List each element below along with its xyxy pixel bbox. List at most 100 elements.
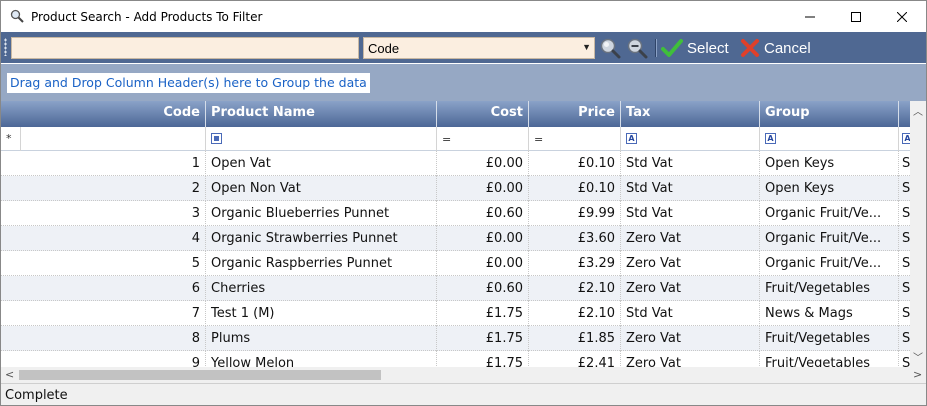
cell-price[interactable]: £0.10 <box>529 176 621 201</box>
cell-product-name[interactable]: Organic Raspberries Punnet <box>206 251 437 276</box>
horizontal-scroll-thumb[interactable] <box>19 370 381 380</box>
cell-tax[interactable]: Zero Vat <box>621 251 760 276</box>
filter-equals-icon[interactable]: = <box>534 133 543 146</box>
cell-code[interactable]: 7 <box>1 301 206 326</box>
cell-product-name[interactable]: Yellow Melon <box>206 351 437 367</box>
cell-product-name[interactable]: Plums <box>206 326 437 351</box>
cell-cost[interactable]: £1.75 <box>437 351 529 367</box>
cell-group[interactable]: Organic Fruit/Ve... <box>760 201 899 226</box>
cell-cost[interactable]: £0.00 <box>437 176 529 201</box>
filter-cell-partial[interactable]: A <box>899 127 910 151</box>
cell-partial[interactable]: S <box>899 151 910 176</box>
cell-tax[interactable]: Std Vat <box>621 201 760 226</box>
search-icon[interactable] <box>599 37 621 59</box>
scroll-right-icon[interactable]: > <box>913 368 922 381</box>
cell-product-name[interactable]: Open Non Vat <box>206 176 437 201</box>
cell-product-name[interactable]: Cherries <box>206 276 437 301</box>
cell-price[interactable]: £3.29 <box>529 251 621 276</box>
cell-cost[interactable]: £0.60 <box>437 276 529 301</box>
cell-price[interactable]: £0.10 <box>529 151 621 176</box>
cell-partial[interactable]: S <box>899 251 910 276</box>
cell-code[interactable]: 5 <box>1 251 206 276</box>
cell-price[interactable]: £2.41 <box>529 351 621 367</box>
cancel-button[interactable]: Cancel <box>740 37 811 59</box>
vertical-scrollbar[interactable]: ︿ ﹀ <box>910 101 926 367</box>
cell-cost[interactable]: £0.00 <box>437 251 529 276</box>
cell-code[interactable]: 1 <box>1 151 206 176</box>
cell-product-name[interactable]: Organic Blueberries Punnet <box>206 201 437 226</box>
table-row[interactable]: 6 Cherries £0.60 £2.10 Zero Vat Fruit/Vegetab… <box>1 276 910 301</box>
cell-cost[interactable]: £0.60 <box>437 201 529 226</box>
table-row[interactable]: 2 Open Non Vat £0.00 £0.10 Std Vat Open Keys S <box>1 176 910 201</box>
filter-cell-price[interactable]: = <box>529 127 621 151</box>
filter-cell-product-name[interactable] <box>206 127 437 151</box>
cell-cost[interactable]: £1.75 <box>437 301 529 326</box>
cell-code[interactable]: 3 <box>1 201 206 226</box>
cell-price[interactable]: £9.99 <box>529 201 621 226</box>
cell-group[interactable]: Organic Fruit/Ve... <box>760 251 899 276</box>
cell-tax[interactable]: Zero Vat <box>621 326 760 351</box>
scroll-left-icon[interactable]: < <box>5 368 14 381</box>
toolbar-grip[interactable] <box>4 38 7 56</box>
filter-cell-cost[interactable]: = <box>437 127 529 151</box>
close-button[interactable] <box>879 1 925 32</box>
table-row[interactable]: 7 Test 1 (M) £1.75 £2.10 Std Vat News & Mags S <box>1 301 910 326</box>
maximize-button[interactable] <box>833 1 879 32</box>
cell-group[interactable]: Fruit/Vegetables <box>760 351 899 367</box>
column-header-product-name[interactable]: Product Name <box>206 101 437 127</box>
column-header-price[interactable]: Price <box>529 101 621 127</box>
cell-group[interactable]: Organic Fruit/Ve... <box>760 226 899 251</box>
cell-cost[interactable]: £0.00 <box>437 226 529 251</box>
scroll-down-icon[interactable]: ﹀ <box>913 349 923 364</box>
column-header-code[interactable]: Code <box>1 101 206 127</box>
table-row[interactable]: 1 Open Vat £0.00 £0.10 Std Vat Open Keys S <box>1 151 910 176</box>
cell-group[interactable]: Open Keys <box>760 176 899 201</box>
column-header-group[interactable]: Group <box>760 101 899 127</box>
cell-cost[interactable]: £1.75 <box>437 326 529 351</box>
select-button[interactable]: Select <box>661 37 729 59</box>
filter-text-icon[interactable]: A <box>902 133 910 144</box>
cell-tax[interactable]: Std Vat <box>621 301 760 326</box>
cell-group[interactable]: Open Keys <box>760 151 899 176</box>
filter-text-icon[interactable]: A <box>626 133 637 144</box>
column-header-partial[interactable] <box>899 101 910 127</box>
cell-partial[interactable]: S <box>899 301 910 326</box>
cell-group[interactable]: Fruit/Vegetables <box>760 276 899 301</box>
cell-partial[interactable]: S <box>899 176 910 201</box>
search-input[interactable] <box>11 37 359 59</box>
scroll-up-icon[interactable]: ︿ <box>913 103 923 118</box>
horizontal-scrollbar[interactable]: < <box>1 367 910 383</box>
cell-tax[interactable]: Std Vat <box>621 176 760 201</box>
filter-text-icon[interactable]: A <box>765 133 776 144</box>
cell-group[interactable]: Fruit/Vegetables <box>760 326 899 351</box>
filter-cell-code[interactable] <box>21 127 206 151</box>
filter-cell-group[interactable]: A <box>760 127 899 151</box>
minimize-button[interactable] <box>787 1 833 32</box>
cell-partial[interactable]: S <box>899 351 910 367</box>
cell-product-name[interactable]: Open Vat <box>206 151 437 176</box>
cell-code[interactable]: 6 <box>1 276 206 301</box>
cell-partial[interactable]: S <box>899 276 910 301</box>
cell-cost[interactable]: £0.00 <box>437 151 529 176</box>
table-row[interactable]: 3 Organic Blueberries Punnet £0.60 £9.99 Std… <box>1 201 910 226</box>
table-row[interactable]: 9 Yellow Melon £1.75 £2.41 Zero Vat Fruit/Veg… <box>1 351 910 367</box>
table-row[interactable]: 8 Plums £1.75 £1.85 Zero Vat Fruit/Vegetables… <box>1 326 910 351</box>
table-row[interactable]: 5 Organic Raspberries Punnet £0.00 £3.29 Zer… <box>1 251 910 276</box>
cell-tax[interactable]: Zero Vat <box>621 351 760 367</box>
cell-tax[interactable]: Zero Vat <box>621 276 760 301</box>
cell-code[interactable]: 4 <box>1 226 206 251</box>
cell-price[interactable]: £1.85 <box>529 326 621 351</box>
cell-price[interactable]: £2.10 <box>529 276 621 301</box>
table-row[interactable]: 4 Organic Strawberries Punnet £0.00 £3.60 Ze… <box>1 226 910 251</box>
cell-product-name[interactable]: Test 1 (M) <box>206 301 437 326</box>
cell-price[interactable]: £2.10 <box>529 301 621 326</box>
cell-code[interactable]: 9 <box>1 351 206 367</box>
filter-cell-tax[interactable]: A <box>621 127 760 151</box>
filter-contains-icon[interactable] <box>211 133 222 144</box>
cell-code[interactable]: 2 <box>1 176 206 201</box>
search-field-select[interactable]: Code ▼ <box>363 37 595 59</box>
cell-tax[interactable]: Std Vat <box>621 151 760 176</box>
cell-partial[interactable]: S <box>899 201 910 226</box>
cell-partial[interactable]: S <box>899 326 910 351</box>
cell-product-name[interactable]: Organic Strawberries Punnet <box>206 226 437 251</box>
